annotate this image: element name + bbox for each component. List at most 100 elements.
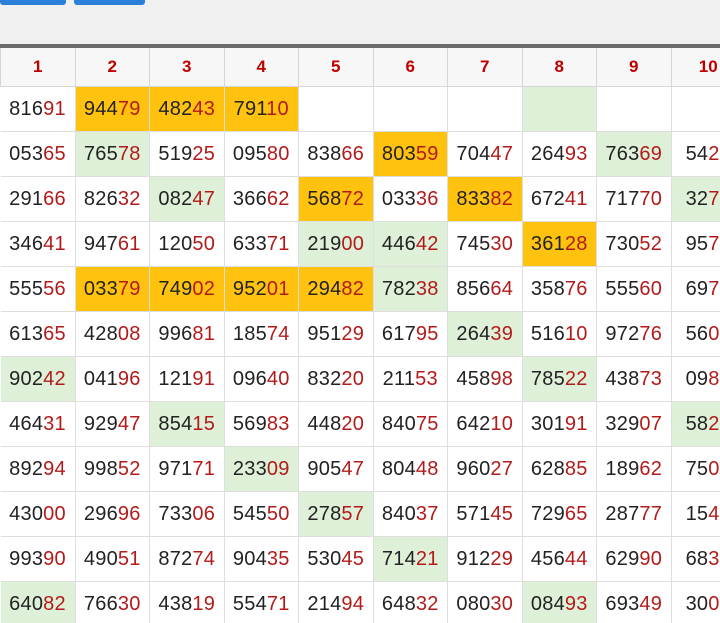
number-lead-digits: 892 [9,458,43,480]
number-last-two-digits: 66 [43,188,66,210]
number-last-two-digits: 79 [118,278,141,300]
number-lead-digits: 569 [233,413,267,435]
number-lead-digits: 555 [605,278,639,300]
number-cell: 99852 [75,447,150,492]
number-cell: 36662 [224,177,299,222]
number-lead-digits: 278 [307,503,341,525]
number-cell: 5826 [671,402,720,447]
number-lead-digits: 233 [233,458,267,480]
number-lead-digits: 791 [234,98,267,120]
toolbar-button-1[interactable] [0,0,66,5]
number-lead-digits: 264 [531,143,565,165]
toolbar-button-2[interactable] [74,0,145,5]
number-lead-digits: 763 [605,143,639,165]
number-last-two-digits: 30 [490,593,513,615]
column-header-3: 3 [150,48,225,87]
number-cell: 03336 [373,177,448,222]
number-last-two-digits: 94 [341,593,364,615]
number-last-two-digits: 06 [708,323,720,345]
number-cell: 80448 [373,447,448,492]
number-cell: 29482 [299,267,374,312]
number-cell: 48243 [150,87,225,132]
number-cell: 08493 [522,582,597,623]
number-lead-digits: 838 [307,143,341,165]
number-last-two-digits: 32 [118,188,141,210]
number-cell: 08030 [448,582,523,623]
number-last-two-digits: 06 [708,593,720,615]
number-lead-digits: 971 [158,458,192,480]
number-lead-digits: 904 [233,548,267,570]
number-cell: 55560 [597,267,672,312]
number-last-two-digits: 44 [565,548,588,570]
number-last-two-digits: 85 [565,458,588,480]
results-table: 12345678910 8169194479482437911005365765… [0,48,720,623]
number-last-two-digits: 10 [565,323,588,345]
number-cell: 64210 [448,402,523,447]
number-cell: 45898 [448,357,523,402]
number-lead-digits: 972 [605,323,639,345]
number-lead-digits: 041 [84,368,118,390]
number-cell: 34641 [1,222,76,267]
number-cell: 43873 [597,357,672,402]
column-header-4: 4 [224,48,299,87]
table-row: 8929499852971712330990547804489602762885… [1,447,720,492]
number-cell: 42808 [75,312,150,357]
column-header-5: 5 [299,48,374,87]
number-lead-digits: 095 [233,143,267,165]
number-cell: 18574 [224,312,299,357]
number-lead-digits: 366 [233,188,267,210]
number-last-two-digits: 37 [416,503,439,525]
number-last-two-digits: 61 [118,233,141,255]
number-lead-digits: 642 [456,413,490,435]
number-cell: 9573 [671,222,720,267]
number-cell: 7504 [671,447,720,492]
number-cell: 74530 [448,222,523,267]
number-last-two-digits: 49 [639,593,662,615]
number-cell: 84075 [373,402,448,447]
number-lead-digits: 840 [382,503,416,525]
number-cell [671,87,720,132]
number-lead-digits: 490 [84,548,118,570]
number-cell: 61365 [1,312,76,357]
number-cell: 29166 [1,177,76,222]
number-lead-digits: 54 [686,143,709,165]
number-last-two-digits: 52 [118,458,141,480]
number-lead-digits: 120 [158,233,192,255]
number-last-two-digits: 82 [341,278,364,300]
number-lead-digits: 430 [9,503,43,525]
number-last-two-digits: 93 [565,593,588,615]
number-cell: 70447 [448,132,523,177]
table-row: 9024204196121910964083220211534589878522… [1,357,720,402]
number-lead-digits: 080 [456,593,490,615]
number-cell: 43000 [1,492,76,537]
number-lead-digits: 854 [158,413,192,435]
number-last-two-digits: 08 [118,323,141,345]
number-last-two-digits: 35 [267,548,290,570]
number-lead-digits: 568 [307,188,341,210]
number-cell: 21153 [373,357,448,402]
number-last-two-digits: 22 [565,368,588,390]
number-last-two-digits: 82 [43,593,66,615]
number-last-two-digits: 42 [43,368,66,390]
number-cell: 94479 [75,87,150,132]
number-last-two-digits: 50 [267,503,290,525]
number-cell: 54550 [224,492,299,537]
number-cell: 03379 [75,267,150,312]
number-cell: 90242 [1,357,76,402]
number-cell: 12191 [150,357,225,402]
number-last-two-digits: 24 [708,143,720,165]
number-last-two-digits: 47 [490,143,513,165]
number-cell: 1549 [671,492,720,537]
number-lead-digits: 530 [307,548,341,570]
number-last-two-digits: 50 [192,233,215,255]
number-lead-digits: 428 [84,323,118,345]
number-cell: 55556 [1,267,76,312]
number-cell: 26439 [448,312,523,357]
number-lead-digits: 714 [382,548,416,570]
number-last-two-digits: 74 [192,548,215,570]
number-lead-digits: 438 [605,368,639,390]
number-last-two-digits: 42 [416,233,439,255]
number-last-two-digits: 09 [267,458,290,480]
number-cell: 71421 [373,537,448,582]
number-lead-digits: 214 [307,593,341,615]
